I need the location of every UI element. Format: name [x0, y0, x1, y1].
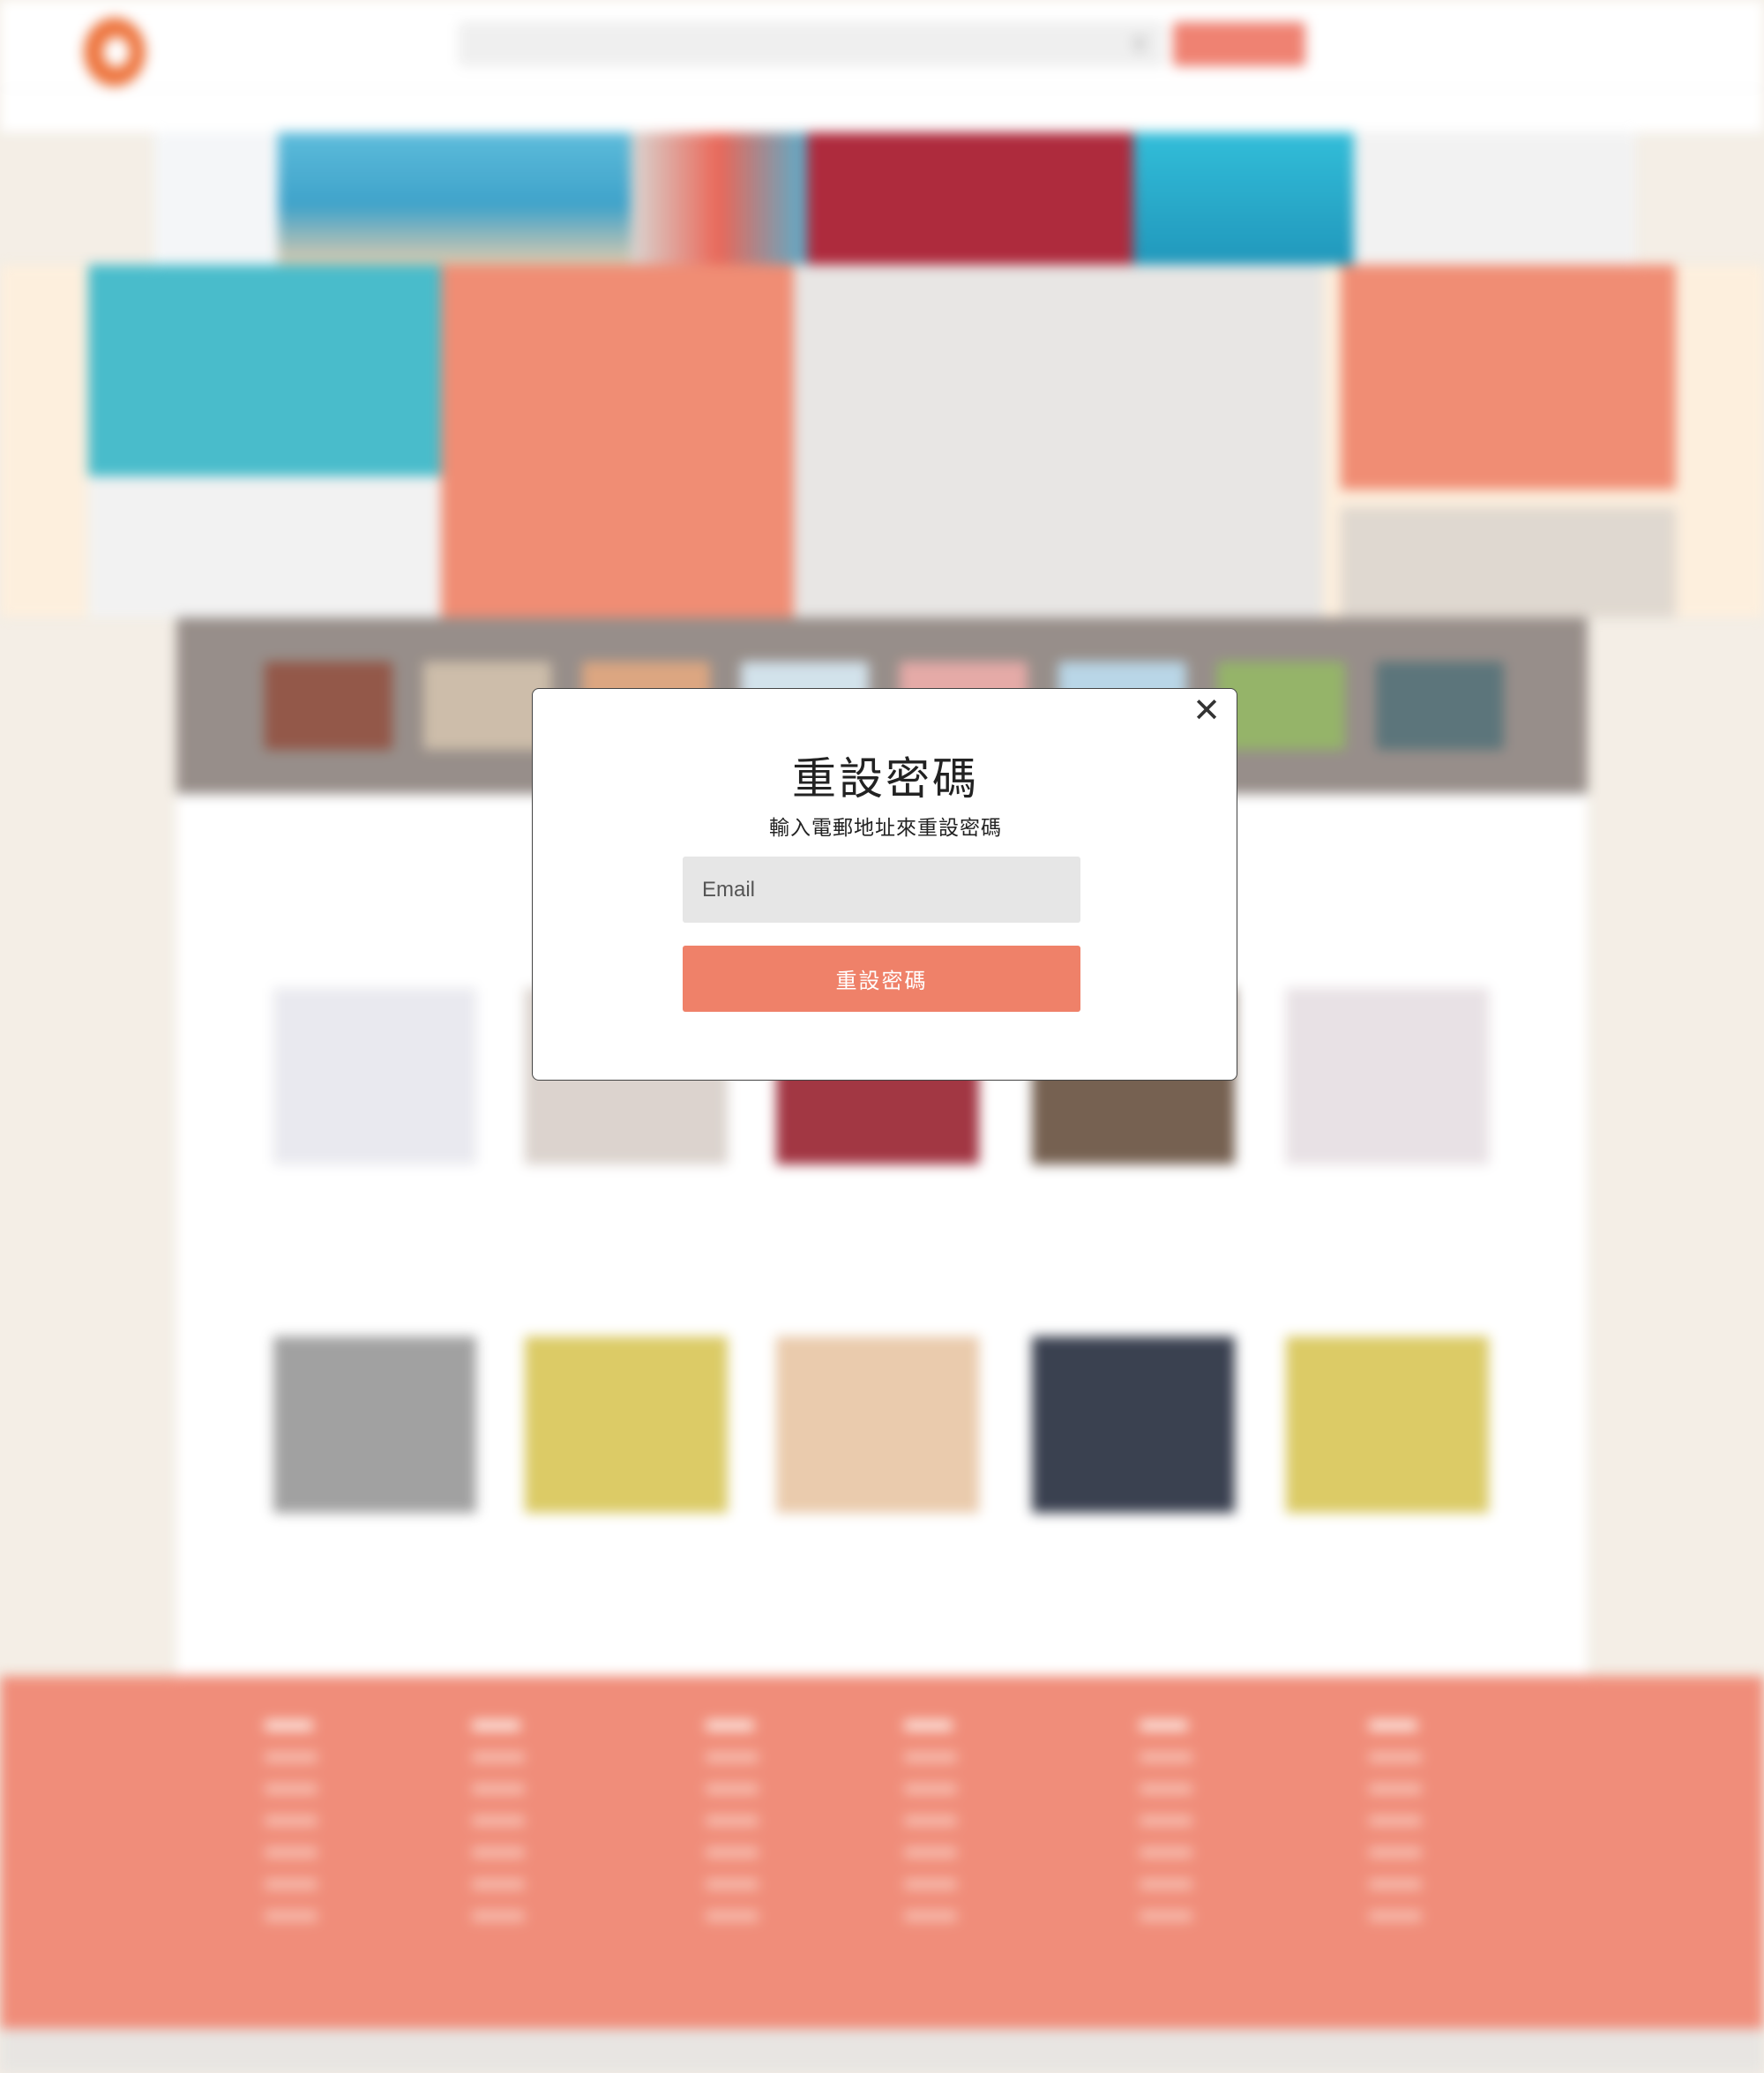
page: ⚲ ✕ 重設密碼 輸入電郵地址來重設密碼 Email 重設密碼: [0, 0, 1764, 2073]
email-field[interactable]: [683, 857, 1080, 923]
modal-title: 重設密碼: [792, 754, 979, 804]
reset-password-modal: ✕ 重設密碼 輸入電郵地址來重設密碼 重設密碼: [532, 688, 1237, 1081]
modal-subtitle: 輸入電郵地址來重設密碼: [769, 816, 1002, 839]
close-icon[interactable]: ✕: [1192, 694, 1221, 728]
reset-password-button[interactable]: 重設密碼: [683, 946, 1080, 1012]
